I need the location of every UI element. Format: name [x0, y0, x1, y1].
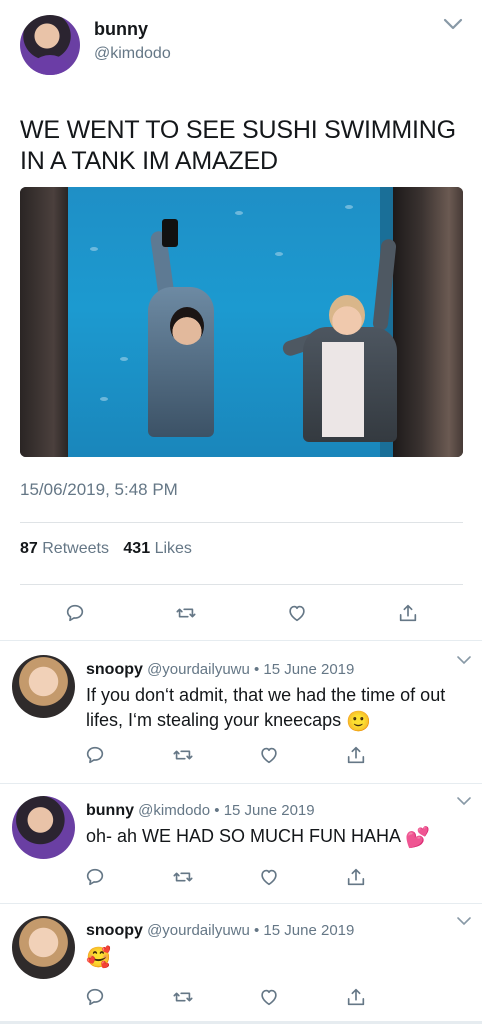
avatar[interactable]	[12, 655, 75, 718]
reply-action-bar	[0, 984, 482, 1010]
reply-action-bar	[0, 864, 482, 890]
share-icon[interactable]	[343, 984, 369, 1010]
two-hearts-emoji: 💕	[405, 827, 430, 849]
reply-icon[interactable]	[62, 600, 88, 626]
share-icon[interactable]	[343, 742, 369, 768]
tweet-timestamp: 15/06/2019, 5:48 PM	[20, 480, 178, 499]
tweet-photo[interactable]	[20, 187, 463, 457]
photo-rock-right	[393, 187, 463, 457]
share-icon[interactable]	[395, 600, 421, 626]
author-avatar[interactable]	[20, 15, 80, 75]
reply-icon[interactable]	[82, 984, 108, 1010]
photo-person-left-head	[170, 307, 204, 345]
reply-header: snoopy @yourdailyuwu • 15 June 2019	[86, 922, 354, 940]
reply-item[interactable]: snoopy @yourdailyuwu • 15 June 2019 🥰	[0, 904, 482, 1021]
photo-fish	[345, 205, 353, 209]
reply-icon[interactable]	[82, 742, 108, 768]
reply-header: snoopy @yourdailyuwu • 15 June 2019	[86, 661, 354, 679]
tweet-text: WE WENT TO SEE SUSHI SWIMMING IN A TANK …	[20, 116, 456, 175]
retweet-label[interactable]: Retweets	[42, 540, 109, 557]
avatar[interactable]	[12, 796, 75, 859]
chevron-down-icon[interactable]	[456, 916, 472, 926]
photo-person-right-shirt	[322, 342, 364, 437]
share-icon[interactable]	[343, 864, 369, 890]
tweet-action-bar	[0, 600, 482, 626]
smiling-face-with-hearts-emoji: 🥰	[86, 947, 111, 969]
retweet-icon[interactable]	[170, 864, 196, 890]
reply-icon[interactable]	[82, 864, 108, 890]
reply-item[interactable]: snoopy @yourdailyuwu • 15 June 2019 If y…	[0, 641, 482, 783]
photo-fish	[100, 397, 108, 401]
reply-date: • 15 June 2019	[254, 661, 355, 678]
reply-author-name[interactable]: bunny	[86, 802, 134, 819]
reply-text: oh- ah WE HAD SO MUCH FUN HAHA 💕	[86, 824, 466, 851]
reply-author-name[interactable]: snoopy	[86, 661, 143, 678]
avatar[interactable]	[12, 916, 75, 979]
photo-fish	[275, 252, 283, 256]
reply-author-handle[interactable]: @yourdailyuwu	[147, 922, 250, 939]
reply-author-handle[interactable]: @kimdodo	[138, 802, 210, 819]
photo-rock-left	[20, 187, 68, 457]
chevron-down-icon[interactable]	[442, 16, 464, 32]
photo-phone	[162, 219, 178, 247]
reply-text-content: If you don‘t admit, that we had the time…	[86, 685, 446, 730]
reply-text: 🥰	[86, 944, 466, 971]
author-display-name[interactable]: bunny	[94, 19, 148, 40]
retweet-icon[interactable]	[173, 600, 199, 626]
like-icon[interactable]	[284, 600, 310, 626]
photo-fish	[90, 247, 98, 251]
slightly-smiling-face-emoji: 🙂	[346, 711, 372, 733]
reply-author-name[interactable]: snoopy	[86, 922, 143, 939]
reply-date: • 15 June 2019	[254, 922, 355, 939]
photo-person-right-head	[329, 295, 365, 335]
like-count[interactable]: 431	[123, 540, 150, 557]
like-icon[interactable]	[256, 984, 282, 1010]
reply-action-bar	[0, 742, 482, 768]
chevron-down-icon[interactable]	[456, 796, 472, 806]
tweet-stats: 87 Retweets 431 Likes	[20, 540, 192, 558]
reply-text-content: oh- ah WE HAD SO MUCH FUN HAHA	[86, 826, 401, 846]
like-label[interactable]: Likes	[155, 540, 192, 557]
divider	[20, 584, 463, 585]
main-tweet: bunny @kimdodo WE WENT TO SEE SUSHI SWIM…	[0, 0, 482, 640]
chevron-down-icon[interactable]	[456, 655, 472, 665]
author-handle[interactable]: @kimdodo	[94, 45, 171, 63]
photo-fish	[120, 357, 128, 361]
reply-header: bunny @kimdodo • 15 June 2019	[86, 802, 315, 820]
reply-date: • 15 June 2019	[214, 802, 315, 819]
retweet-icon[interactable]	[170, 984, 196, 1010]
like-icon[interactable]	[256, 864, 282, 890]
reply-item[interactable]: bunny @kimdodo • 15 June 2019 oh- ah WE …	[0, 784, 482, 903]
divider	[20, 522, 463, 523]
retweet-icon[interactable]	[170, 742, 196, 768]
photo-fish	[235, 211, 243, 215]
like-icon[interactable]	[256, 742, 282, 768]
retweet-count[interactable]: 87	[20, 540, 38, 557]
reply-author-handle[interactable]: @yourdailyuwu	[147, 661, 250, 678]
reply-text: If you don‘t admit, that we had the time…	[86, 683, 466, 735]
